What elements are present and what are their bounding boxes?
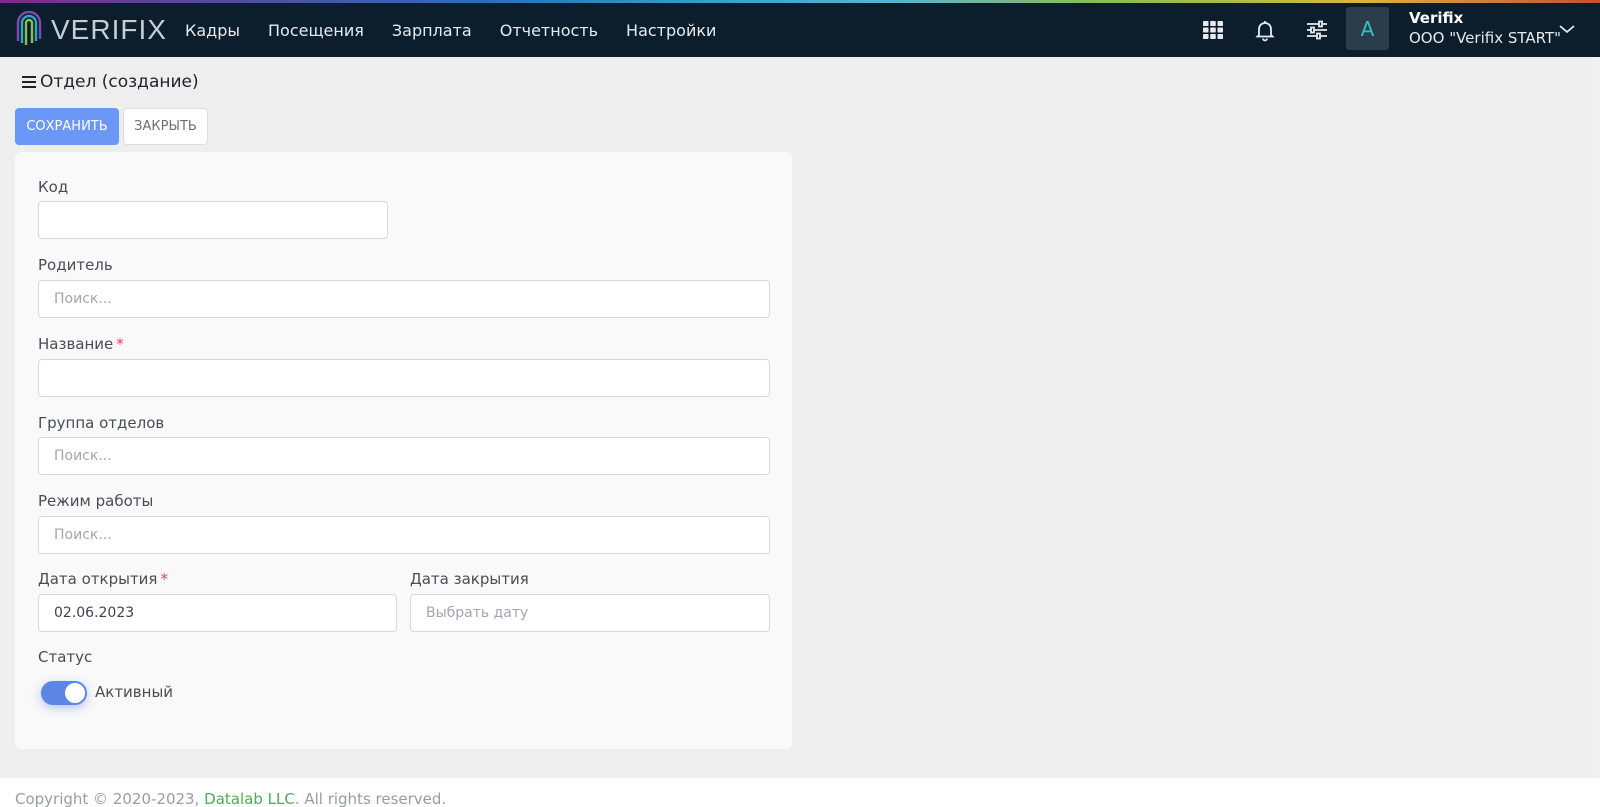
main-nav: Кадры Посещения Зарплата Отчетность Наст… bbox=[185, 3, 744, 57]
name-label-text: Название bbox=[38, 335, 114, 353]
division-group-label: Группа отделов bbox=[38, 414, 165, 432]
bell-icon[interactable] bbox=[1253, 18, 1277, 42]
parent-label: Родитель bbox=[38, 256, 113, 274]
opened-date-label-text: Дата открытия bbox=[38, 570, 158, 588]
scrollbar[interactable] bbox=[1592, 57, 1600, 807]
parent-search-input[interactable] bbox=[38, 280, 770, 318]
toggle-knob bbox=[64, 682, 86, 704]
status-toggle[interactable] bbox=[41, 681, 87, 705]
name-input[interactable] bbox=[38, 359, 770, 397]
user-org: ООО "Verifix START" bbox=[1409, 29, 1562, 47]
footer-suffix: . All rights reserved. bbox=[294, 790, 447, 807]
footer-prefix: Copyright © 2020-2023, bbox=[15, 790, 205, 807]
nav-item-visits[interactable]: Посещения bbox=[268, 21, 364, 40]
brand-logo[interactable]: VERIFIX bbox=[15, 9, 167, 51]
grid-icon[interactable] bbox=[1201, 18, 1225, 42]
page-title: Отдел (создание) bbox=[22, 72, 199, 92]
schedule-search-input[interactable] bbox=[38, 516, 770, 554]
footer: Copyright © 2020-2023, Datalab LLC. All … bbox=[0, 778, 1600, 807]
page-title-text: Отдел (создание) bbox=[40, 72, 199, 92]
user-menu[interactable]: Verifix ООО "Verifix START" bbox=[1409, 9, 1561, 47]
schedule-label: Режим работы bbox=[38, 492, 154, 510]
required-mark: * bbox=[160, 570, 168, 588]
save-button[interactable]: СОХРАНИТЬ bbox=[15, 108, 119, 145]
sliders-icon[interactable] bbox=[1305, 18, 1329, 42]
top-navbar: VERIFIX Кадры Посещения Зарплата Отчетно… bbox=[0, 3, 1600, 57]
opened-date-label: Дата открытия * bbox=[38, 570, 168, 588]
brand-name: VERIFIX bbox=[51, 14, 167, 45]
code-input[interactable] bbox=[38, 201, 388, 239]
opened-date-input[interactable] bbox=[38, 594, 397, 632]
closed-date-input[interactable] bbox=[410, 594, 770, 632]
footer-copyright: Copyright © 2020-2023, Datalab LLC. All … bbox=[15, 790, 446, 807]
nav-item-kadry[interactable]: Кадры bbox=[185, 21, 240, 40]
code-label: Код bbox=[38, 178, 69, 196]
status-label: Статус bbox=[38, 648, 93, 666]
close-button[interactable]: ЗАКРЫТЬ bbox=[123, 108, 208, 145]
closed-date-label: Дата закрытия bbox=[410, 570, 529, 588]
user-name: Verifix bbox=[1409, 9, 1464, 27]
user-avatar[interactable]: A bbox=[1346, 7, 1389, 50]
fingerprint-logo-icon bbox=[16, 10, 42, 45]
status-value-label: Активный bbox=[95, 683, 174, 701]
division-group-search-input[interactable] bbox=[38, 437, 770, 475]
nav-item-salary[interactable]: Зарплата bbox=[392, 21, 472, 40]
nav-item-reports[interactable]: Отчетность bbox=[500, 21, 598, 40]
nav-item-settings[interactable]: Настройки bbox=[626, 21, 716, 40]
menu-icon[interactable] bbox=[22, 76, 36, 88]
footer-company-link[interactable]: Datalab LLC bbox=[204, 790, 295, 807]
required-mark: * bbox=[116, 335, 124, 353]
name-label: Название * bbox=[38, 335, 124, 353]
chevron-down-icon[interactable] bbox=[1558, 23, 1576, 35]
